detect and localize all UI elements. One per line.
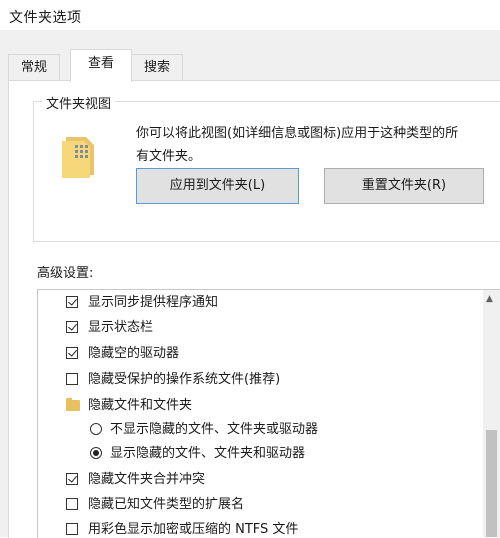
checkbox[interactable] xyxy=(66,347,78,359)
checkbox[interactable] xyxy=(66,296,78,308)
checkbox[interactable] xyxy=(66,373,78,385)
advanced-settings-tree[interactable]: 显示同步提供程序通知 显示状态栏 隐藏空的驱动器 隐藏受保护的操作系统文件(推荐… xyxy=(37,289,500,538)
apply-to-folders-button[interactable]: 应用到文件夹(L) xyxy=(136,168,299,204)
setting-label: 显示同步提供程序通知 xyxy=(88,295,219,310)
tab-view[interactable]: 查看 xyxy=(70,49,132,82)
setting-label: 隐藏受保护的操作系统文件(推荐) xyxy=(88,372,281,387)
folder-view-title: 文件夹视图 xyxy=(42,93,116,112)
reset-folders-button[interactable]: 重置文件夹(R) xyxy=(324,168,484,204)
radio-button[interactable] xyxy=(90,423,102,435)
setting-group-label: 隐藏文件和文件夹 xyxy=(88,398,193,413)
checkbox[interactable] xyxy=(66,523,78,535)
folder-icon xyxy=(66,398,80,411)
advanced-settings-label: 高级设置: xyxy=(37,266,94,281)
checkbox[interactable] xyxy=(66,473,78,485)
setting-label: 用彩色显示加密或压缩的 NTFS 文件 xyxy=(88,522,299,537)
checkbox[interactable] xyxy=(66,321,78,333)
folder-view-description: 你可以将此视图(如详细信息或图标)应用于这种类型的所 有文件夹。 xyxy=(136,122,500,168)
scroll-up-icon[interactable]: ▲ xyxy=(486,294,493,304)
tab-general[interactable]: 常规 xyxy=(8,54,60,81)
setting-label: 显示状态栏 xyxy=(88,320,154,335)
description-line-2: 有文件夹。 xyxy=(136,149,202,164)
tab-search[interactable]: 搜索 xyxy=(131,54,183,81)
description-line-1: 你可以将此视图(如详细信息或图标)应用于这种类型的所 xyxy=(136,126,459,141)
window-title: 文件夹选项 xyxy=(9,10,82,26)
setting-label: 隐藏已知文件类型的扩展名 xyxy=(88,497,245,512)
title-bar: 文件夹选项 xyxy=(0,0,500,30)
radio-button[interactable] xyxy=(90,447,102,459)
setting-label: 不显示隐藏的文件、文件夹或驱动器 xyxy=(110,422,319,437)
setting-label: 显示隐藏的文件、文件夹和驱动器 xyxy=(110,446,306,461)
setting-label: 隐藏文件夹合并冲突 xyxy=(88,472,206,487)
folder-view-icon xyxy=(62,137,94,178)
scrollbar-thumb[interactable] xyxy=(486,430,497,537)
checkbox[interactable] xyxy=(66,498,78,510)
setting-label: 隐藏空的驱动器 xyxy=(88,346,180,361)
